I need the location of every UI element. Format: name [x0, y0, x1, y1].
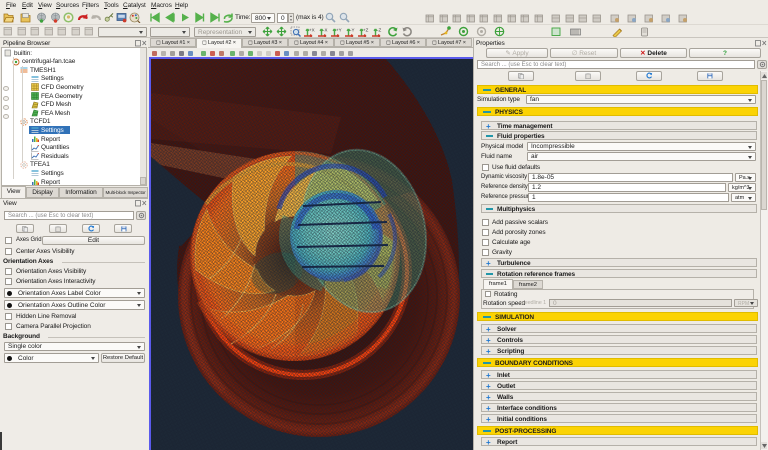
- svg-text:-Z: -Z: [377, 28, 381, 33]
- svg-text:-X: -X: [323, 28, 328, 33]
- svg-text:+Y: +Y: [336, 28, 342, 33]
- svg-text:+X: +X: [309, 28, 315, 33]
- svg-text:-Y: -Y: [350, 28, 355, 33]
- svg-text:+Z: +Z: [363, 28, 369, 33]
